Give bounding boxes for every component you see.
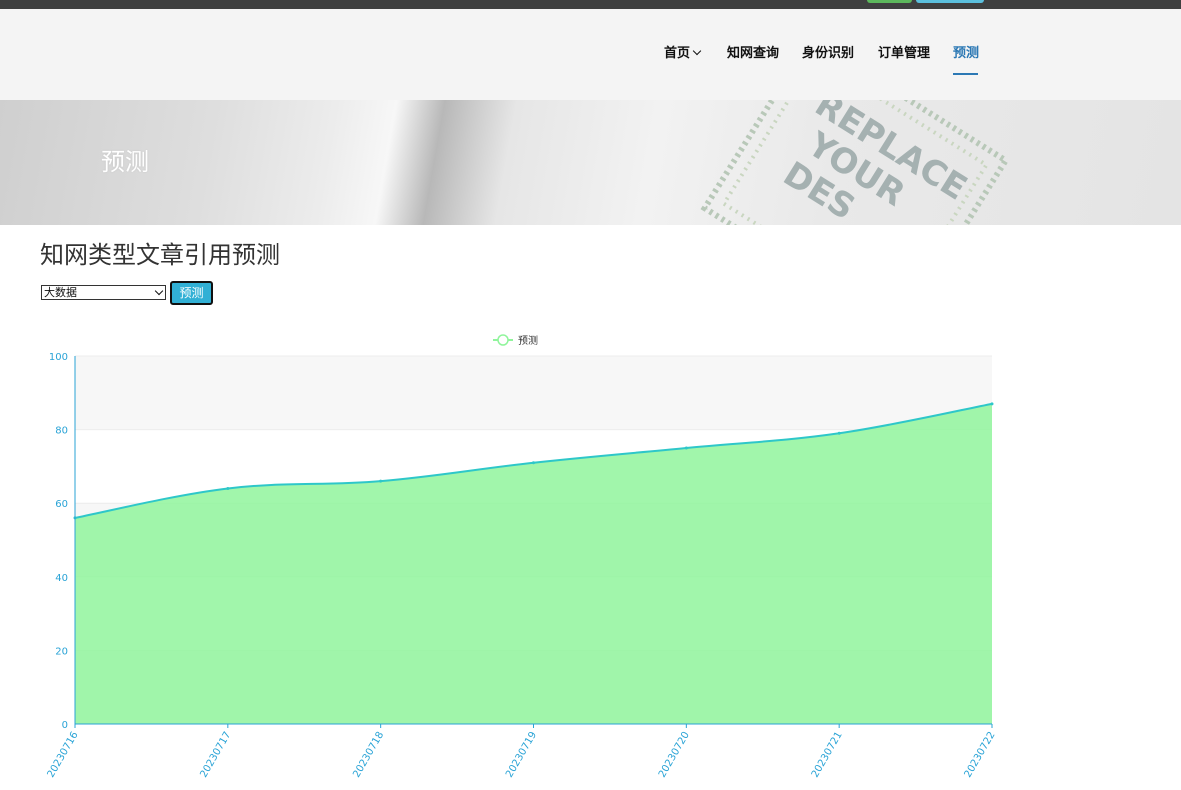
- page-title: 知网类型文章引用预测: [40, 241, 280, 269]
- category-select-value: 大数据: [44, 286, 77, 299]
- grid-band: [75, 356, 992, 430]
- x-tick-label: 20230720: [657, 730, 692, 780]
- chevron-down-icon: [692, 46, 702, 56]
- nav-item-label: 首页: [664, 46, 691, 61]
- nav-item-cnki-query[interactable]: 知网查询: [727, 46, 779, 62]
- prediction-chart: 0 20 40 60 80 100 20230716 20230717 20230718 2023…: [46, 334, 998, 780]
- top-bar: [0, 0, 1181, 9]
- nav-item-identity[interactable]: 身份识别: [802, 46, 854, 62]
- legend-label: 预测: [518, 334, 538, 347]
- data-point: [837, 431, 841, 435]
- legend-marker: [497, 334, 509, 346]
- data-point: [226, 486, 230, 490]
- y-tick-label: 0: [62, 720, 68, 731]
- nav-item-home[interactable]: 首页: [664, 46, 702, 62]
- x-tick-label: 20230721: [810, 730, 845, 780]
- y-tick-label: 20: [55, 646, 68, 657]
- page-banner: REPLACE YOUR DES 预测: [0, 100, 1181, 225]
- y-tick-label: 60: [55, 499, 68, 510]
- nav-item-label: 身份识别: [802, 46, 855, 61]
- site-header: 首页 知网查询 身份识别 订单管理 预测: [0, 9, 1181, 100]
- nav-item-predict[interactable]: 预测: [953, 46, 979, 62]
- data-point: [990, 402, 994, 406]
- category-select[interactable]: 大数据: [41, 285, 166, 300]
- x-tick-label: 20230717: [198, 730, 233, 780]
- nav-item-label: 知网查询: [727, 46, 780, 61]
- y-tick-label: 80: [55, 426, 68, 437]
- data-point: [379, 479, 383, 483]
- x-tick-label: 20230719: [504, 730, 539, 780]
- x-tick-label: 20230722: [963, 730, 998, 780]
- top-bar-button-blue[interactable]: [916, 0, 984, 3]
- y-tick-label: 40: [55, 573, 68, 584]
- predict-button[interactable]: 预测: [170, 281, 213, 305]
- nav-item-orders[interactable]: 订单管理: [878, 46, 930, 62]
- nav-item-label: 预测: [953, 46, 980, 61]
- main-nav: 首页 知网查询 身份识别 订单管理 预测: [0, 46, 1181, 66]
- x-tick-label: 20230716: [46, 730, 81, 780]
- data-point: [532, 461, 535, 465]
- banner-stamp-image: REPLACE YOUR DES: [700, 100, 1010, 225]
- nav-active-indicator: [953, 73, 978, 75]
- banner-title: 预测: [101, 148, 149, 176]
- top-bar-button-green[interactable]: [867, 0, 912, 3]
- data-point: [684, 446, 688, 450]
- nav-item-label: 订单管理: [878, 46, 931, 61]
- chevron-down-icon: [154, 286, 164, 296]
- y-tick-label: 100: [49, 352, 68, 363]
- x-tick-label: 20230718: [351, 730, 386, 780]
